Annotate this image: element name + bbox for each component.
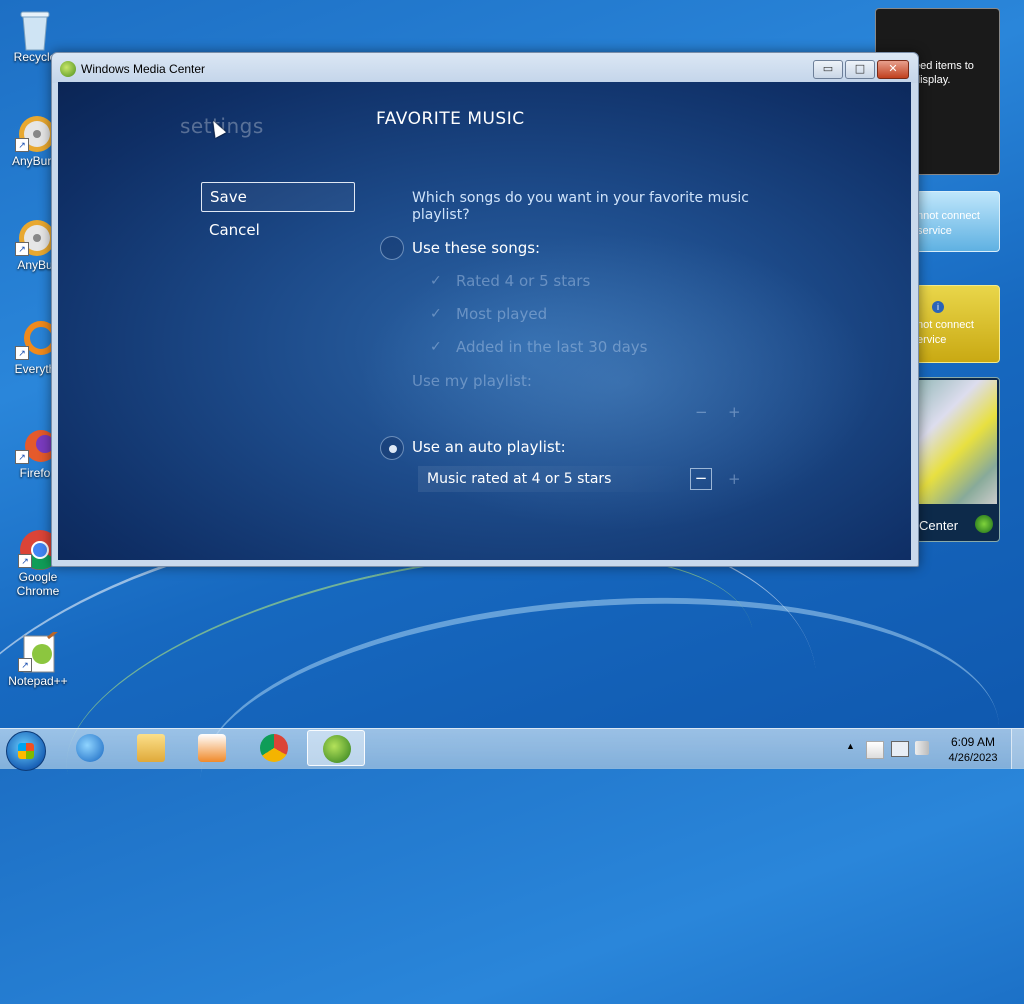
taskbar-item-chrome[interactable] [245,730,303,766]
cancel-button[interactable]: Cancel [209,221,260,239]
taskbar: ▲ 6:09 AM 4/26/2023 [0,728,1024,771]
title-bar[interactable]: Windows Media Center ▭ □ ✕ [52,53,918,83]
chrome-icon [260,734,288,762]
auto-playlist-plus-button[interactable]: + [728,470,741,488]
windows-logo-icon [18,743,34,759]
auto-playlist-value: Music rated at 4 or 5 stars [427,471,612,487]
shortcut-arrow-icon: ↗ [15,138,29,152]
start-button[interactable] [6,731,46,771]
desktop-icon-label: Google Chrome [16,570,60,598]
media-player-icon [198,734,226,762]
radio-selected-dot [389,445,397,453]
option-use-these-songs-label[interactable]: Use these songs: [412,239,540,257]
checkmark-icon: ✓ [430,273,442,289]
weather-gadget-text: nnot connect service [917,210,980,237]
recycle-bin-icon [15,8,55,51]
clock-date: 4/26/2023 [948,752,998,764]
media-thumbnails [919,380,997,504]
maximize-button[interactable]: □ [845,60,875,79]
page-title: FAVORITE MUSIC [376,109,525,129]
taskbar-item-media-center[interactable] [307,730,365,766]
close-button[interactable]: ✕ [877,60,909,79]
system-clock[interactable]: 6:09 AM 4/26/2023 [934,734,1012,766]
info-icon: i [932,301,944,313]
window-title: Windows Media Center [81,62,206,76]
firefox-icon: ↗ [15,424,57,464]
shortcut-arrow-icon: ↗ [15,346,29,360]
everything-icon: ↗ [15,320,58,360]
radio-use-these-songs[interactable] [380,236,404,260]
volume-muted-icon[interactable] [915,741,929,755]
shortcut-arrow-icon: ↗ [18,658,32,672]
action-center-flag-icon[interactable] [866,741,884,759]
checkmark-icon: ✓ [430,306,442,322]
desktop-icon-label: Notepad++ [8,674,68,688]
taskbar-item-windows-explorer[interactable] [122,730,180,766]
notepadpp-icon: ↗ [18,628,59,673]
internet-explorer-icon [76,734,104,762]
option-auto-playlist-label[interactable]: Use an auto playlist: [412,438,566,456]
criteria-rated[interactable]: Rated 4 or 5 stars [456,272,590,290]
criteria-most-played[interactable]: Most played [456,305,547,323]
desktop-icon-notepadpp[interactable]: ↗ Notepad++ [3,628,73,688]
playlist-plus-button[interactable]: + [728,403,741,421]
anyburn-icon: ↗ [15,216,55,256]
use-my-playlist-label[interactable]: Use my playlist: [412,372,532,390]
shortcut-arrow-icon: ↗ [18,554,32,568]
show-desktop-button[interactable] [1011,729,1024,769]
windows-logo-icon [975,515,993,533]
save-button-label: Save [210,188,247,206]
clock-time: 6:09 AM [950,735,996,749]
anyburn-icon: ↗ [15,112,55,152]
show-hidden-icons-button[interactable]: ▲ [846,741,855,751]
minimize-button[interactable]: ▭ [813,60,843,79]
save-button[interactable]: Save [201,182,355,212]
feed-gadget-text: eed items to display. [914,60,974,86]
question-text: Which songs do you want in your favorite… [412,190,749,223]
shortcut-arrow-icon: ↗ [15,450,29,464]
criteria-recently-added[interactable]: Added in the last 30 days [456,338,647,356]
checkmark-icon: ✓ [430,339,442,355]
media-center-gadget[interactable]: Center [916,377,1000,542]
media-center-content: settings FAVORITE MUSIC Save Cancel Whic… [58,82,911,560]
auto-playlist-minus-button[interactable]: − [690,468,712,490]
playlist-minus-button[interactable]: − [695,403,708,421]
weather-gadget[interactable]: nnot connect service [916,191,1000,252]
shortcut-arrow-icon: ↗ [15,242,29,256]
media-center-logo-icon [60,61,76,77]
media-center-icon [323,735,351,763]
network-icon[interactable] [891,741,909,757]
currency-gadget-text: not connect ervice [917,319,974,346]
currency-gadget[interactable]: i not connect ervice [916,285,1000,363]
taskbar-item-internet-explorer[interactable] [61,730,119,766]
radio-use-auto-playlist[interactable] [380,436,404,460]
media-center-gadget-text: Center [919,518,959,533]
taskbar-item-media-player[interactable] [183,730,241,766]
folder-icon [137,734,165,762]
media-center-window[interactable]: Windows Media Center ▭ □ ✕ settings FAVO… [51,52,919,567]
